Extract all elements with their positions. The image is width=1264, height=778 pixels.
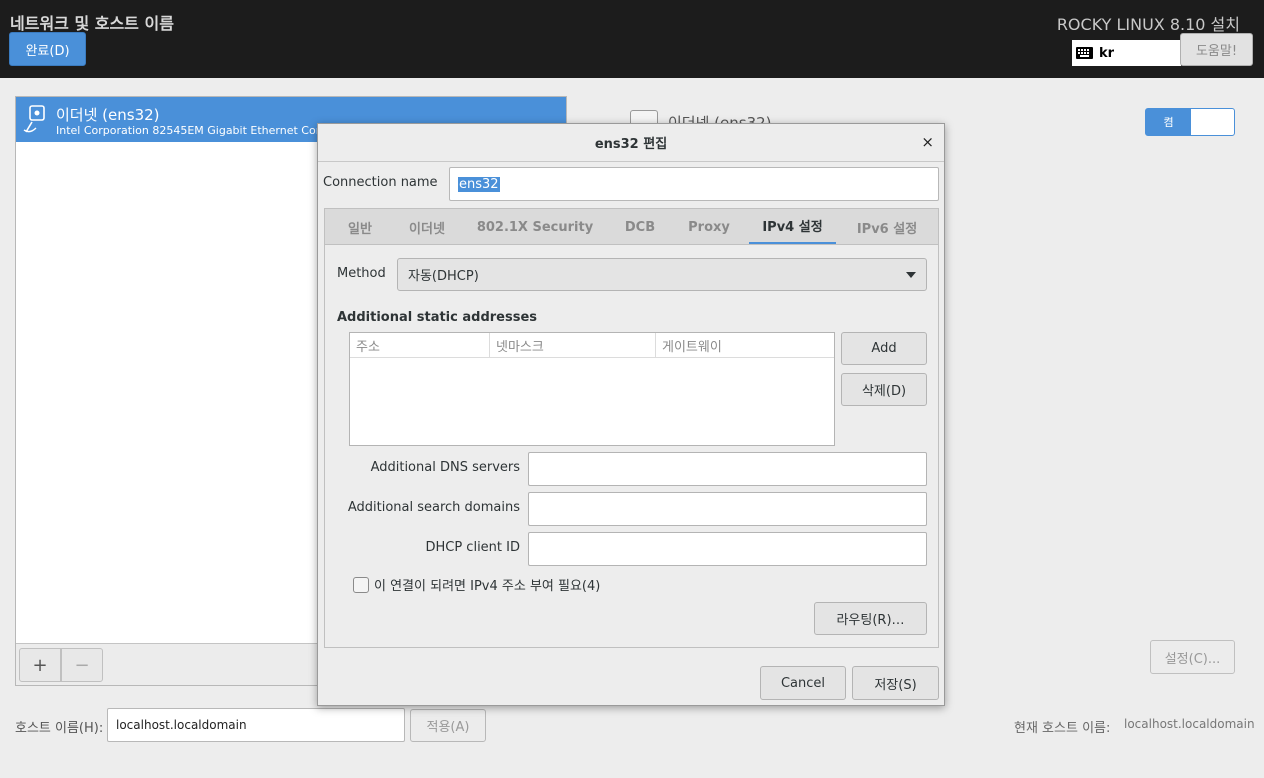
- tab-proxy[interactable]: Proxy: [681, 209, 737, 245]
- static-addresses-table[interactable]: 주소 넷마스크 게이트웨이: [349, 332, 835, 446]
- dialog-title: ens32 편집: [318, 124, 944, 162]
- connection-name-value: ens32: [458, 176, 500, 192]
- chevron-down-icon: [906, 272, 916, 278]
- apply-hostname-button[interactable]: 적용(A): [410, 709, 486, 742]
- tab-ipv6-settings[interactable]: IPv6 설정: [848, 209, 926, 245]
- table-header: 주소 넷마스크 게이트웨이: [350, 333, 834, 358]
- connection-name-input[interactable]: ens32: [449, 167, 939, 201]
- require-ipv4-label[interactable]: 이 연결이 되려면 IPv4 주소 부여 필요(4): [374, 575, 600, 594]
- product-title: ROCKY LINUX 8.10 설치: [1056, 15, 1240, 34]
- device-on-switch[interactable]: 켬: [1145, 108, 1235, 136]
- tab-ipv4-settings[interactable]: IPv4 설정: [749, 209, 836, 245]
- delete-address-button[interactable]: 삭제(D): [841, 373, 927, 406]
- help-button[interactable]: 도움말!: [1180, 33, 1253, 66]
- current-hostname-value: localhost.localdomain: [1124, 717, 1255, 731]
- current-hostname-label: 현재 호스트 이름:: [1014, 721, 1111, 736]
- keyboard-layout-indicator[interactable]: kr: [1072, 40, 1181, 66]
- remove-device-button[interactable]: −: [61, 648, 103, 682]
- tab-8021x-security[interactable]: 802.1X Security: [471, 209, 599, 245]
- static-addresses-title: Additional static addresses: [337, 310, 538, 325]
- device-name: 이더넷 (ens32): [56, 106, 160, 124]
- ethernet-icon: [23, 105, 45, 133]
- require-ipv4-checkbox[interactable]: [353, 576, 369, 593]
- page-title: 네트워크 및 호스트 이름: [10, 14, 174, 33]
- done-button[interactable]: 완료(D): [9, 32, 86, 66]
- method-value: 자동(DHCP): [408, 269, 479, 284]
- keyboard-layout-label: kr: [1099, 45, 1115, 61]
- dhcp-client-id-label: DHCP client ID: [425, 540, 520, 555]
- connection-name-label: Connection name: [323, 175, 438, 190]
- dhcp-client-id-input[interactable]: [528, 532, 927, 566]
- add-address-button[interactable]: Add: [841, 332, 927, 365]
- tab-dcb[interactable]: DCB: [615, 209, 665, 245]
- configure-button[interactable]: 설정(C)...: [1150, 640, 1235, 674]
- edit-connection-dialog: ens32 편집 × Connection name ens32 일반 이더넷 …: [317, 123, 945, 706]
- method-label: Method: [337, 266, 386, 281]
- hostname-input[interactable]: localhost.localdomain: [107, 708, 405, 742]
- save-button[interactable]: 저장(S): [852, 666, 939, 700]
- hostname-label: 호스트 이름(H):: [15, 721, 104, 736]
- ipv4-settings-panel: Method 자동(DHCP) Additional static addres…: [324, 244, 939, 648]
- top-bar: 네트워크 및 호스트 이름 완료(D) ROCKY LINUX 8.10 설치 …: [0, 0, 1264, 78]
- tab-general[interactable]: 일반: [335, 209, 385, 245]
- method-dropdown[interactable]: 자동(DHCP): [397, 258, 927, 291]
- cancel-button[interactable]: Cancel: [760, 666, 846, 700]
- settings-tabs: 일반 이더넷 802.1X Security DCB Proxy IPv4 설정…: [324, 208, 939, 245]
- close-icon[interactable]: ×: [921, 133, 934, 151]
- switch-on-label: 켬: [1146, 109, 1191, 135]
- require-ipv4-row: 이 연결이 되려면 IPv4 주소 부여 필요(4): [353, 575, 600, 594]
- search-domains-input[interactable]: [528, 492, 927, 526]
- dns-servers-input[interactable]: [528, 452, 927, 486]
- column-netmask[interactable]: 넷마스크: [490, 333, 656, 358]
- tab-ethernet[interactable]: 이더넷: [399, 209, 455, 245]
- add-device-button[interactable]: +: [19, 648, 61, 682]
- search-domains-label: Additional search domains: [347, 500, 520, 515]
- column-gateway[interactable]: 게이트웨이: [656, 333, 834, 358]
- dns-servers-label: Additional DNS servers: [370, 460, 520, 475]
- dialog-title-text: ens32 편집: [594, 137, 668, 152]
- keyboard-icon: [1076, 47, 1093, 59]
- routes-button[interactable]: 라우팅(R)…: [814, 602, 927, 635]
- column-address[interactable]: 주소: [350, 333, 490, 358]
